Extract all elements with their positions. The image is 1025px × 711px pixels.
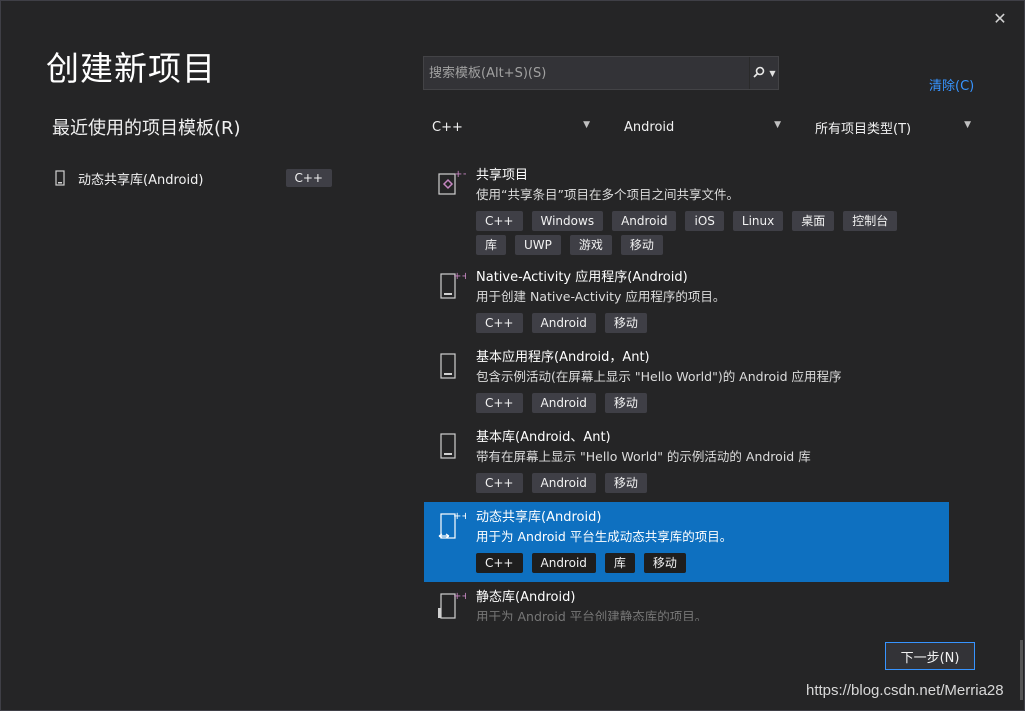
scrollbar[interactable] — [1020, 640, 1023, 700]
tag: Android — [531, 393, 596, 413]
template-item[interactable]: 基本库(Android、Ant) 带有在屏幕上显示 "Hello World" … — [424, 422, 949, 502]
project-type-filter-value: 所有项目类型(T) — [815, 121, 912, 137]
shared-project-icon: ++ — [438, 169, 466, 195]
tag: 移动 — [604, 393, 647, 413]
template-item[interactable]: ++ Native-Activity 应用程序(Android) 用于创建 Na… — [424, 262, 949, 342]
recent-template-badge: C++ — [285, 169, 332, 187]
template-name: 基本应用程序(Android，Ant) — [476, 350, 650, 365]
tag: Linux — [732, 211, 784, 231]
template-tags: C++ Windows Android iOS Linux 桌面 控制台 库 U… — [476, 211, 916, 259]
shared-library-icon: ++ — [438, 511, 466, 539]
chevron-down-icon: ▼ — [769, 68, 776, 78]
recent-template-label: 动态共享库(Android) — [78, 172, 204, 188]
template-item[interactable]: 基本应用程序(Android，Ant) 包含示例活动(在屏幕上显示 "Hello… — [424, 342, 949, 422]
tag: 库 — [476, 235, 507, 255]
tag: 桌面 — [792, 211, 835, 231]
project-type-filter[interactable]: 所有项目类型(T) ▼ — [815, 116, 971, 138]
template-item[interactable]: ++ 共享项目 使用“共享条目”项目在多个项目之间共享文件。 C++ Windo… — [424, 160, 949, 262]
next-button[interactable]: 下一步(N) — [885, 642, 975, 670]
search-input[interactable] — [424, 64, 749, 82]
svg-text:++: ++ — [454, 169, 466, 180]
tag: 移动 — [604, 473, 647, 493]
tag: C++ — [476, 473, 523, 493]
recent-templates-heading: 最近使用的项目模板(R) — [52, 118, 241, 139]
template-description: 使用“共享条目”项目在多个项目之间共享文件。 — [476, 187, 739, 202]
tag: 移动 — [604, 313, 647, 333]
tag: 库 — [604, 553, 635, 573]
phone-icon — [440, 353, 456, 379]
watermark: https://blog.csdn.net/Merria28 — [806, 682, 1004, 699]
static-library-icon: ++ — [438, 591, 466, 619]
platform-filter-value: Android — [624, 119, 675, 135]
tag: Android — [531, 313, 596, 333]
template-tags: C++ Android 库 移动 — [476, 553, 916, 577]
template-name: 共享项目 — [476, 168, 529, 183]
template-tags: C++ Android 移动 — [476, 393, 916, 417]
platform-filter[interactable]: Android ▼ — [624, 116, 781, 138]
svg-text:++: ++ — [453, 511, 466, 522]
template-description: 用于为 Android 平台生成动态共享库的项目。 — [476, 529, 733, 544]
template-description: 包含示例活动(在屏幕上显示 "Hello World")的 Android 应用… — [476, 369, 842, 384]
tag: iOS — [685, 211, 724, 231]
tag: UWP — [515, 235, 561, 255]
tag: C++ — [476, 553, 523, 573]
tag: 移动 — [620, 235, 663, 255]
tag: 移动 — [643, 553, 686, 573]
template-list: ++ 共享项目 使用“共享条目”项目在多个项目之间共享文件。 C++ Windo… — [424, 160, 949, 621]
tag: C++ — [476, 393, 523, 413]
tag: 游戏 — [569, 235, 612, 255]
template-description: 用于创建 Native-Activity 应用程序的项目。 — [476, 289, 726, 304]
phone-icon — [55, 170, 65, 186]
page-title: 创建新项目 — [46, 49, 216, 88]
tag: 控制台 — [843, 211, 898, 231]
tag: C++ — [476, 313, 523, 333]
chevron-down-icon: ▼ — [583, 120, 590, 130]
tag: Android — [531, 553, 596, 573]
svg-text:++: ++ — [453, 591, 466, 602]
template-tags: C++ Android 移动 — [476, 473, 916, 497]
template-description: 用于为 Android 平台创建静态库的项目。 — [476, 609, 708, 621]
template-item[interactable]: ++ 静态库(Android) 用于为 Android 平台创建静态库的项目。 — [424, 582, 949, 621]
template-name: 动态共享库(Android) — [476, 510, 602, 525]
search-box: ▼ — [423, 56, 779, 90]
template-name: 静态库(Android) — [476, 590, 576, 605]
template-description: 带有在屏幕上显示 "Hello World" 的示例活动的 Android 库 — [476, 449, 811, 464]
android-app-icon: ++ — [440, 271, 466, 299]
tag: Android — [612, 211, 677, 231]
search-icon[interactable]: ▼ — [749, 57, 778, 89]
recent-template-item[interactable]: 动态共享库(Android) C++ — [52, 166, 332, 190]
tag: Android — [531, 473, 596, 493]
template-name: 基本库(Android、Ant) — [476, 430, 611, 445]
language-filter[interactable]: C++ ▼ — [432, 116, 590, 138]
tag: Windows — [531, 211, 604, 231]
template-name: Native-Activity 应用程序(Android) — [476, 270, 688, 285]
clear-filters-link[interactable]: 清除(C) — [929, 75, 974, 94]
language-filter-value: C++ — [432, 119, 463, 135]
template-tags: C++ Android 移动 — [476, 313, 916, 337]
chevron-down-icon: ▼ — [964, 120, 971, 130]
tag: C++ — [476, 211, 523, 231]
template-item-selected[interactable]: ++ 动态共享库(Android) 用于为 Android 平台生成动态共享库的… — [424, 502, 949, 582]
svg-text:++: ++ — [453, 271, 466, 282]
close-icon[interactable]: ✕ — [988, 6, 1012, 30]
chevron-down-icon: ▼ — [774, 120, 781, 130]
phone-icon — [440, 433, 456, 459]
